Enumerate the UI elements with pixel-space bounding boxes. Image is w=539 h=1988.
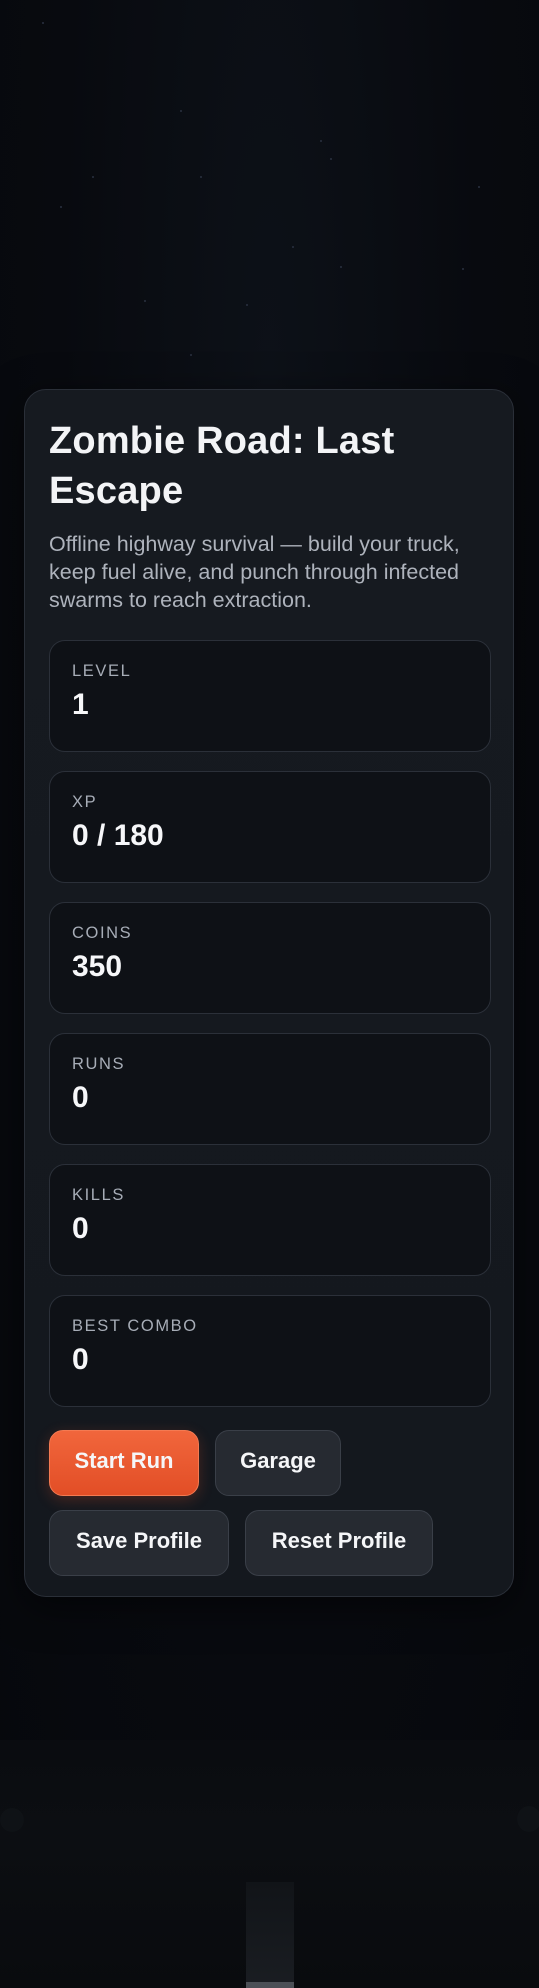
stat-label: RUNS (72, 1055, 126, 1073)
stat-value: 0 (72, 1343, 89, 1376)
road-lane (246, 1882, 294, 1988)
stat-value: 350 (72, 950, 123, 983)
road-obstacle-left (0, 1808, 24, 1832)
road-lane-marker (246, 1982, 294, 1988)
stat-label: BEST COMBO (72, 1317, 198, 1335)
garage-button[interactable]: Garage (215, 1430, 341, 1496)
stat-level: LEVEL 1 (49, 640, 491, 752)
stat-value: 0 (72, 1212, 89, 1245)
game-scene: Zombie Road: Last Escape Offline highway… (0, 0, 539, 1988)
stat-value: 0 / 180 (72, 819, 164, 852)
stat-xp: XP 0 / 180 (49, 771, 491, 883)
profile-stats: LEVEL 1 XP 0 / 180 COINS 350 RUNS 0 KILL… (49, 640, 491, 1407)
stat-coins: COINS 350 (49, 902, 491, 1014)
stat-runs: RUNS 0 (49, 1033, 491, 1145)
stat-label: LEVEL (72, 662, 132, 680)
stat-best-combo: BEST COMBO 0 (49, 1295, 491, 1407)
game-subtitle: Offline highway survival — build your tr… (49, 532, 460, 612)
start-run-button[interactable]: Start Run (49, 1430, 199, 1496)
stat-label: COINS (72, 924, 133, 942)
save-profile-button[interactable]: Save Profile (49, 1510, 229, 1576)
stat-label: KILLS (72, 1186, 125, 1204)
game-title: Zombie Road: Last Escape (49, 420, 395, 512)
stat-kills: KILLS 0 (49, 1164, 491, 1276)
stat-value: 0 (72, 1081, 89, 1114)
road-obstacle-right (517, 1806, 539, 1832)
main-menu-panel: Zombie Road: Last Escape Offline highway… (24, 389, 514, 1597)
stat-value: 1 (72, 688, 89, 721)
stat-label: XP (72, 793, 98, 811)
reset-profile-button[interactable]: Reset Profile (245, 1510, 433, 1576)
